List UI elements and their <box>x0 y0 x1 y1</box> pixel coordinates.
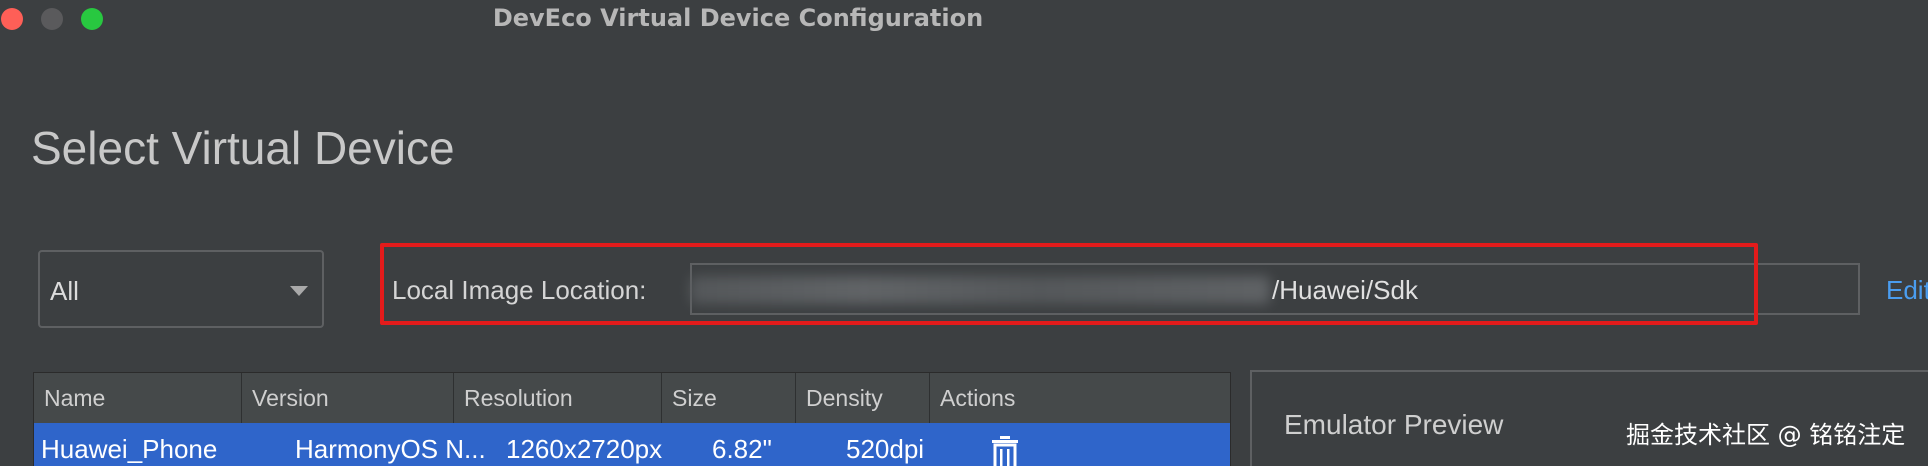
red-highlight-box <box>380 243 1758 325</box>
column-header-density[interactable]: Density <box>796 373 930 423</box>
device-filter-dropdown[interactable]: All <box>38 250 324 328</box>
column-header-name[interactable]: Name <box>34 373 242 423</box>
column-header-size[interactable]: Size <box>662 373 796 423</box>
column-header-version[interactable]: Version <box>242 373 454 423</box>
device-filter-value: All <box>50 276 79 306</box>
cell-size: 6.82" <box>712 434 772 464</box>
trash-icon[interactable] <box>990 435 1020 466</box>
device-table: Name Version Resolution Size Density Act… <box>33 372 1231 466</box>
edit-location-link[interactable]: Edit <box>1886 274 1928 306</box>
emulator-preview-title: Emulator Preview <box>1284 409 1504 440</box>
title-bar: DevEco Virtual Device Configuration <box>0 0 1928 36</box>
table-header: Name Version Resolution Size Density Act… <box>34 373 1230 423</box>
cell-density: 520dpi <box>846 434 925 464</box>
deveco-window: DevEco Virtual Device Configuration Sele… <box>0 0 1928 466</box>
watermark-text: 掘金技术社区 @ 铭铭注定 <box>1626 421 1906 449</box>
column-header-actions[interactable]: Actions <box>930 373 1230 423</box>
window-title: DevEco Virtual Device Configuration <box>492 4 984 32</box>
chevron-down-icon <box>290 286 308 296</box>
cell-resolution: 1260x2720px <box>506 434 663 464</box>
table-row[interactable]: Huawei_Phone HarmonyOS N... 1260x2720px … <box>34 423 1230 466</box>
page-title: Select Virtual Device <box>31 122 455 174</box>
cell-version: HarmonyOS N... <box>295 434 486 464</box>
cell-name: Huawei_Phone <box>41 434 218 464</box>
column-header-resolution[interactable]: Resolution <box>454 373 662 423</box>
